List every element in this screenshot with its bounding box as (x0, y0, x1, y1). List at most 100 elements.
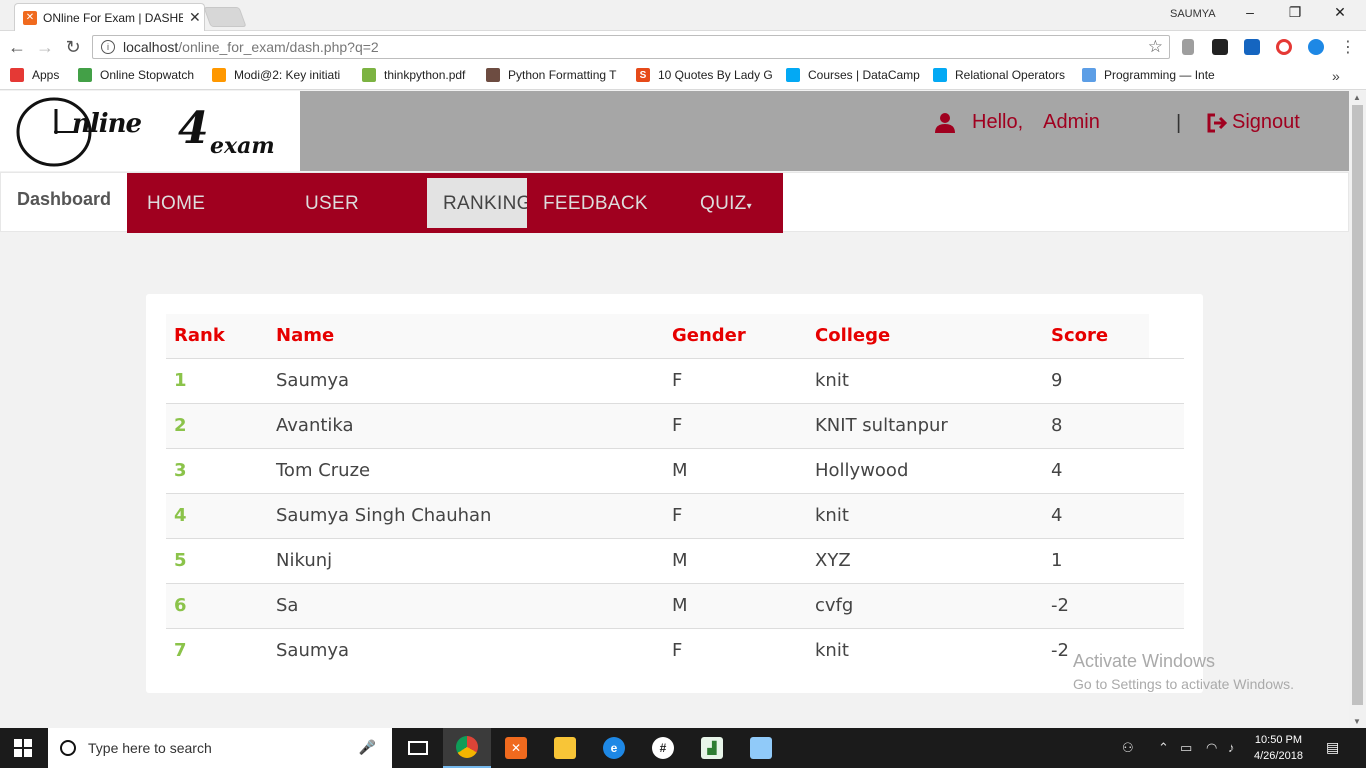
gender-cell: M (664, 537, 807, 583)
close-tab-icon[interactable]: ✕ (189, 9, 201, 26)
volume-icon[interactable]: ♪ (1228, 740, 1235, 755)
extension-bookmark-icon[interactable] (1244, 39, 1260, 55)
scroll-up-icon[interactable]: ▲ (1353, 93, 1361, 102)
battery-icon[interactable]: ▭ (1180, 740, 1192, 756)
table-row: 6 Sa M cvfg -2 (166, 582, 1184, 628)
taskbar-search-input[interactable]: Type here to search 🎤 (48, 728, 392, 768)
folder-icon (554, 737, 576, 759)
action-center-icon[interactable]: ▤ (1326, 739, 1339, 756)
opera-icon[interactable] (1276, 39, 1292, 55)
task-view-icon (408, 741, 428, 755)
table-row: 5 Nikunj M XYZ 1 (166, 537, 1184, 583)
wifi-icon[interactable]: ◠ (1206, 740, 1217, 756)
spacer-cell (1149, 357, 1184, 403)
restore-icon[interactable]: ❐ (1283, 4, 1307, 21)
activate-subtitle: Go to Settings to activate Windows. (1073, 676, 1294, 692)
name-cell: Saumya (268, 627, 664, 673)
score-cell: 1 (1043, 537, 1149, 583)
bookmark-item[interactable]: Online Stopwatch (78, 68, 194, 82)
header-separator: | (1176, 112, 1182, 134)
explorer-taskbar-button[interactable] (541, 728, 589, 768)
chrome-taskbar-button[interactable] (443, 728, 491, 768)
info-icon[interactable]: i (101, 40, 115, 54)
col-rank: Rank (166, 314, 268, 359)
scroll-down-icon[interactable]: ▼ (1353, 717, 1361, 726)
activate-title: Activate Windows (1073, 651, 1216, 671)
nav-feedback[interactable]: FEEDBACK (543, 193, 648, 215)
bookmark-item[interactable]: Courses | DataCamp (786, 68, 920, 82)
url-input[interactable]: i localhost/online_for_exam/dash.php?q=2… (92, 35, 1170, 59)
paint-taskbar-button[interactable] (737, 728, 785, 768)
bookmark-item[interactable]: Python Formatting T (486, 68, 617, 82)
scroll-thumb[interactable] (1352, 105, 1363, 705)
tray-chevron-icon[interactable]: ⌃ (1158, 740, 1169, 756)
windows-start-icon[interactable] (14, 739, 32, 757)
col-gender: Gender (664, 314, 807, 359)
taskbar-clock[interactable]: 10:50 PM 4/26/2018 (1254, 732, 1303, 764)
close-window-icon[interactable]: ✕ (1328, 4, 1352, 21)
cortana-icon (60, 740, 76, 756)
nav-home[interactable]: HOME (147, 193, 205, 215)
edge-taskbar-button[interactable]: e (590, 728, 638, 768)
bookmark-item[interactable]: Modi@2: Key initiati (212, 68, 340, 82)
nav-quiz[interactable]: QUIZ▾ (700, 193, 752, 215)
name-cell: Saumya (268, 357, 664, 403)
signout-link[interactable]: Signout (1206, 111, 1300, 134)
nav-user[interactable]: USER (305, 193, 359, 215)
window-user-label: SAUMYA (1170, 8, 1216, 20)
more-bookmarks-icon[interactable]: » (1332, 68, 1340, 84)
spacer-cell (1149, 492, 1184, 538)
bookmark-item[interactable]: S 10 Quotes By Lady G (636, 68, 773, 82)
col-spacer (1149, 314, 1184, 359)
bookmark-item[interactable]: Apps (10, 68, 59, 82)
browser-tab[interactable]: ✕ ONline For Exam | DASHB ✕ (14, 3, 205, 31)
web-page: nline 4 exam Hello, Admin | Signout Dash… (0, 91, 1349, 728)
rank-cell: 2 (166, 402, 268, 448)
address-bar: ← → ↻ i localhost/online_for_exam/dash.p… (0, 31, 1366, 63)
gender-cell: F (664, 492, 807, 538)
chrome-icon (456, 736, 478, 758)
bookmark-item[interactable]: Relational Operators (933, 68, 1065, 82)
ranking-table: Rank Name Gender College Score 1 Saumya … (166, 314, 1184, 673)
bookmark-item[interactable]: thinkpython.pdf (362, 68, 465, 82)
site-header: nline 4 exam Hello, Admin | Signout (0, 91, 1349, 171)
score-cell: 9 (1043, 357, 1149, 403)
score-cell: -2 (1043, 582, 1149, 628)
reload-icon[interactable]: ↻ (62, 37, 84, 58)
college-cell: KNIT sultanpur (807, 402, 1043, 448)
spacer-cell (1149, 402, 1184, 448)
forward-arrow-icon[interactable]: → (34, 37, 56, 58)
back-arrow-icon[interactable]: ← (6, 37, 28, 58)
browser-menu-icon[interactable]: ⋮ (1340, 37, 1356, 57)
bookmark-item[interactable]: Programming — Inte (1082, 68, 1215, 82)
people-icon[interactable]: ⚇ (1122, 740, 1134, 756)
page-scrollbar[interactable]: ▲ ▼ (1349, 91, 1366, 728)
extension-reader-icon[interactable] (1182, 39, 1194, 55)
slack-taskbar-button[interactable]: # (639, 728, 687, 768)
shield-icon (786, 68, 800, 82)
new-tab-button[interactable] (203, 7, 247, 27)
logo-exam: exam (210, 133, 275, 159)
bookmark-star-icon[interactable]: ☆ (1148, 37, 1163, 57)
extension-game-icon[interactable] (1212, 39, 1228, 55)
extension-a-icon[interactable] (1308, 39, 1324, 55)
navbar-brand[interactable]: Dashboard (17, 189, 111, 210)
bookmark-label: Modi@2: Key initiati (234, 68, 341, 82)
logo-four: 4 (178, 103, 209, 154)
spreadsheet-taskbar-button[interactable]: ▟ (688, 728, 736, 768)
username-link[interactable]: Admin (1043, 111, 1100, 134)
ib-icon (1082, 68, 1096, 82)
site-logo[interactable]: nline 4 exam (0, 91, 300, 171)
clock-time: 10:50 PM (1254, 734, 1303, 746)
task-view-button[interactable] (394, 728, 442, 768)
main-navbar: Dashboard HOME USER RANKING FEEDBACK QUI… (0, 172, 1349, 233)
xampp-taskbar-button[interactable]: ✕ (492, 728, 540, 768)
nav-ranking[interactable]: RANKING (427, 178, 527, 228)
microphone-icon[interactable]: 🎤 (359, 739, 376, 756)
minimize-icon[interactable]: – (1238, 4, 1262, 20)
rank-cell: 1 (166, 357, 268, 403)
caret-down-icon: ▾ (746, 201, 752, 212)
sprout-icon (362, 68, 376, 82)
college-cell: knit (807, 627, 1043, 673)
clock-date: 4/26/2018 (1254, 750, 1303, 762)
